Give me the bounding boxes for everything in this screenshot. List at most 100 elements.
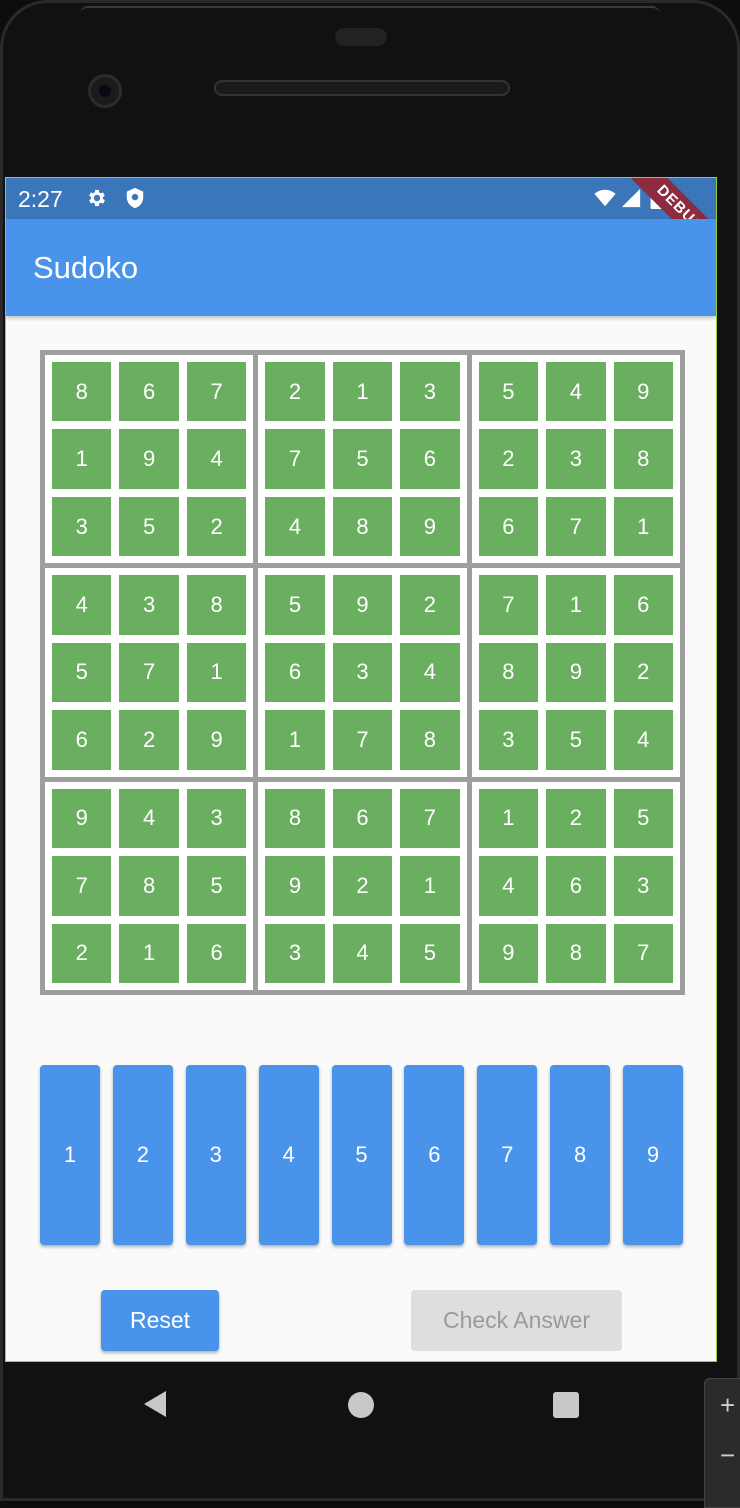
sudoku-cell[interactable]: 4 [546,362,606,422]
emulator-zoom-panel: + − [704,1378,740,1508]
sudoku-cell[interactable]: 8 [478,642,539,703]
zoom-in-button[interactable]: + [720,1390,735,1421]
sudoku-cell[interactable]: 5 [613,788,673,849]
number-button-4[interactable]: 4 [258,1065,319,1245]
sudoku-cell[interactable]: 1 [332,362,393,422]
sudoku-cell[interactable]: 3 [478,710,539,770]
number-button-2[interactable]: 2 [112,1065,173,1245]
sudoku-cell[interactable]: 3 [265,923,325,983]
number-button-8[interactable]: 8 [550,1065,611,1245]
sudoku-cell[interactable]: 6 [400,429,460,489]
sudoku-cell[interactable]: 7 [186,362,247,422]
sudoku-cell[interactable]: 2 [265,362,325,422]
sudoku-cell[interactable]: 4 [119,788,179,849]
sudoku-cell[interactable]: 2 [613,642,673,703]
recents-icon[interactable] [553,1392,579,1418]
sudoku-cell[interactable]: 7 [119,642,179,703]
sudoku-cell[interactable]: 6 [52,710,112,770]
sudoku-cell[interactable]: 5 [332,429,393,489]
sudoku-cell[interactable]: 8 [265,788,325,849]
number-button-9[interactable]: 9 [623,1065,683,1245]
sudoku-cell[interactable]: 3 [119,575,179,635]
sudoku-cell[interactable]: 1 [478,788,539,849]
sudoku-cell[interactable]: 8 [332,496,393,557]
sudoku-cell[interactable]: 7 [478,575,539,635]
sudoku-cell[interactable]: 9 [613,362,673,422]
sudoku-cell[interactable]: 2 [478,429,539,489]
sudoku-cell[interactable]: 2 [119,710,179,770]
sudoku-cell[interactable]: 1 [265,710,325,770]
sudoku-cell[interactable]: 3 [400,362,460,422]
sudoku-cell[interactable]: 1 [613,496,673,557]
number-button-7[interactable]: 7 [477,1065,538,1245]
sudoku-cell[interactable]: 7 [400,788,460,849]
sudoku-cell[interactable]: 1 [400,856,460,916]
back-icon[interactable] [142,1389,168,1419]
sudoku-cell[interactable]: 3 [332,642,393,703]
sudoku-cell[interactable]: 4 [186,429,247,489]
sudoku-cell[interactable]: 4 [400,642,460,703]
sudoku-cell[interactable]: 9 [546,642,606,703]
sudoku-cell[interactable]: 2 [186,496,247,557]
sudoku-box: 867 921 345 [258,781,467,990]
sudoku-cell[interactable]: 6 [546,856,606,916]
sudoku-cell[interactable]: 2 [332,856,393,916]
sudoku-cell[interactable]: 1 [546,575,606,635]
sudoku-cell[interactable]: 2 [400,575,460,635]
sudoku-cell[interactable]: 7 [546,496,606,557]
sudoku-cell[interactable]: 8 [546,923,606,983]
sudoku-cell[interactable]: 6 [186,923,247,983]
sudoku-cell[interactable]: 2 [52,923,112,983]
number-button-6[interactable]: 6 [404,1065,465,1245]
sudoku-cell[interactable]: 7 [613,923,673,983]
sudoku-cell[interactable]: 6 [332,788,393,849]
home-icon[interactable] [348,1392,374,1418]
sudoku-cell[interactable]: 5 [52,642,112,703]
sudoku-cell[interactable]: 4 [478,856,539,916]
number-button-3[interactable]: 3 [185,1065,246,1245]
sudoku-cell[interactable]: 9 [52,788,112,849]
sudoku-cell[interactable]: 9 [265,856,325,916]
sudoku-cell[interactable]: 5 [119,496,179,557]
sudoku-cell[interactable]: 6 [265,642,325,703]
sudoku-cell[interactable]: 6 [119,362,179,422]
sudoku-cell[interactable]: 8 [186,575,247,635]
sudoku-cell[interactable]: 7 [52,856,112,916]
sudoku-cell[interactable]: 8 [400,710,460,770]
sudoku-cell[interactable]: 5 [400,923,460,983]
sudoku-cell[interactable]: 8 [613,429,673,489]
sudoku-cell[interactable]: 2 [546,788,606,849]
sudoku-cell[interactable]: 3 [52,496,112,557]
sudoku-cell[interactable]: 5 [265,575,325,635]
number-button-1[interactable]: 1 [40,1065,100,1245]
sudoku-cell[interactable]: 4 [52,575,112,635]
page-title: Sudoko [33,250,139,285]
sudoku-cell[interactable]: 9 [119,429,179,489]
sudoku-cell[interactable]: 7 [265,429,325,489]
sudoku-cell[interactable]: 5 [478,362,539,422]
zoom-out-button[interactable]: − [720,1440,735,1471]
sudoku-cell[interactable]: 9 [332,575,393,635]
sudoku-cell[interactable]: 3 [613,856,673,916]
sudoku-cell[interactable]: 8 [119,856,179,916]
sudoku-cell[interactable]: 7 [332,710,393,770]
sudoku-cell[interactable]: 5 [186,856,247,916]
check-answer-button[interactable]: Check Answer [411,1290,622,1351]
sudoku-cell[interactable]: 4 [265,496,325,557]
sudoku-cell[interactable]: 1 [119,923,179,983]
sudoku-cell[interactable]: 3 [546,429,606,489]
sudoku-cell[interactable]: 3 [186,788,247,849]
sudoku-cell[interactable]: 1 [186,642,247,703]
sudoku-cell[interactable]: 9 [186,710,247,770]
sudoku-cell[interactable]: 4 [613,710,673,770]
sudoku-cell[interactable]: 9 [400,496,460,557]
sudoku-cell[interactable]: 4 [332,923,393,983]
sudoku-cell[interactable]: 9 [478,923,539,983]
sudoku-cell[interactable]: 1 [52,429,112,489]
number-button-5[interactable]: 5 [331,1065,392,1245]
sudoku-cell[interactable]: 8 [52,362,112,422]
reset-button[interactable]: Reset [101,1290,219,1351]
sudoku-cell[interactable]: 6 [613,575,673,635]
sudoku-cell[interactable]: 6 [478,496,539,557]
sudoku-cell[interactable]: 5 [546,710,606,770]
